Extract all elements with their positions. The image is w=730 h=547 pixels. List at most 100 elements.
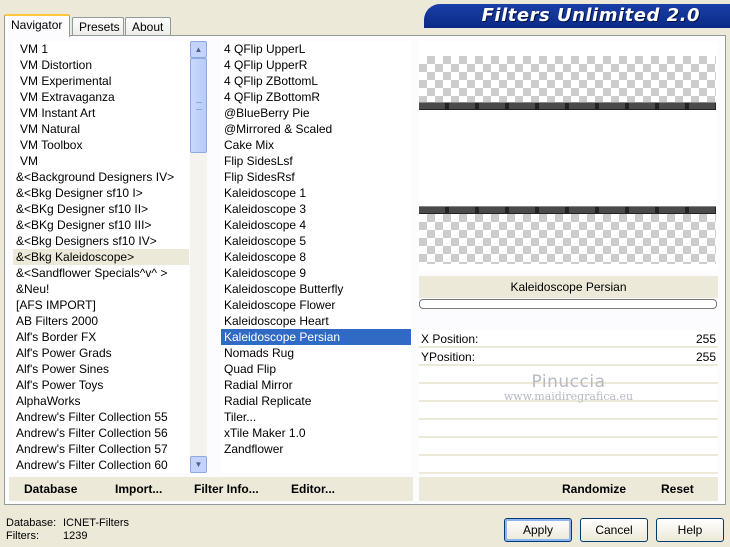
selected-filter-name: Kaleidoscope Persian — [419, 276, 718, 298]
filter-item[interactable]: Tiler... — [221, 409, 411, 425]
category-item[interactable]: AB Filters 2000 — [13, 313, 189, 329]
category-item[interactable]: Alf's Power Sines — [13, 361, 189, 377]
filter-item[interactable]: Kaleidoscope 4 — [221, 217, 411, 233]
category-item[interactable]: [AFS IMPORT] — [13, 297, 189, 313]
category-item[interactable]: &<Sandflower Specials^v^ > — [13, 265, 189, 281]
parameter-row — [419, 438, 718, 456]
filter-item[interactable]: Kaleidoscope Persian — [221, 329, 411, 345]
database-value: ICNET-Filters — [63, 517, 129, 529]
cancel-button[interactable]: Cancel — [580, 518, 648, 542]
filter-item[interactable]: Kaleidoscope Flower — [221, 297, 411, 313]
tab-about[interactable]: About — [125, 17, 171, 36]
filter-item[interactable]: Zandflower — [221, 441, 411, 457]
filter-item[interactable]: Kaleidoscope 8 — [221, 249, 411, 265]
parameter-value[interactable]: 255 — [696, 330, 716, 348]
preview-image — [419, 41, 718, 271]
parameter-row — [419, 402, 718, 420]
parameter-label: YPosition: — [421, 350, 476, 364]
filter-item[interactable]: 4 QFlip ZBottomR — [221, 89, 411, 105]
filters-label: Filters: — [6, 530, 39, 542]
filter-item[interactable]: Kaleidoscope Heart — [221, 313, 411, 329]
right-toolbar: Randomize Reset — [419, 477, 718, 501]
filter-item[interactable]: Flip SidesLsf — [221, 153, 411, 169]
scroll-up-icon[interactable]: ▲ — [190, 41, 207, 58]
filter-item[interactable]: Kaleidoscope Butterfly — [221, 281, 411, 297]
parameter-row — [419, 420, 718, 438]
randomize-button[interactable]: Randomize — [562, 482, 626, 496]
category-item[interactable]: &<BKg Designer sf10 III> — [13, 217, 189, 233]
reset-button[interactable]: Reset — [661, 482, 694, 496]
filter-item[interactable]: Quad Flip — [221, 361, 411, 377]
tab-presets[interactable]: Presets — [72, 17, 124, 36]
progress-bar — [419, 299, 717, 309]
category-item[interactable]: VM Extravaganza — [13, 89, 189, 105]
preview-band-top — [419, 102, 716, 110]
category-item[interactable]: Alf's Power Toys — [13, 377, 189, 393]
filter-item[interactable]: Kaleidoscope 3 — [221, 201, 411, 217]
filter-item[interactable]: Radial Mirror — [221, 377, 411, 393]
help-button[interactable]: Help — [656, 518, 724, 542]
category-item[interactable]: &<BKg Designer sf10 II> — [13, 201, 189, 217]
database-label: Database: — [6, 517, 57, 529]
parameter-list: X Position: 255 YPosition: 255 — [419, 330, 718, 474]
parameter-row[interactable]: X Position: 255 — [419, 330, 718, 348]
scroll-down-icon[interactable]: ▼ — [190, 456, 207, 473]
category-item[interactable]: AlphaWorks — [13, 393, 189, 409]
category-item[interactable]: VM Natural — [13, 121, 189, 137]
filter-item[interactable]: Kaleidoscope 1 — [221, 185, 411, 201]
filter-item[interactable]: Kaleidoscope 9 — [221, 265, 411, 281]
filter-item[interactable]: 4 QFlip UpperL — [221, 41, 411, 57]
category-item[interactable]: VM Toolbox — [13, 137, 189, 153]
parameter-row — [419, 456, 718, 474]
category-item[interactable]: VM — [13, 153, 189, 169]
category-item[interactable]: Alf's Border FX — [13, 329, 189, 345]
filter-item[interactable]: xTile Maker 1.0 — [221, 425, 411, 441]
filter-item[interactable]: Flip SidesRsf — [221, 169, 411, 185]
apply-button[interactable]: Apply — [504, 518, 572, 542]
parameter-row[interactable]: YPosition: 255 — [419, 348, 718, 366]
category-item[interactable]: Andrew's Filter Collection 56 — [13, 425, 189, 441]
filter-list[interactable]: 4 QFlip UpperL 4 QFlip UpperR 4 QFlip ZBot… — [221, 41, 411, 473]
filter-item[interactable]: Cake Mix — [221, 137, 411, 153]
filter-item[interactable]: Nomads Rug — [221, 345, 411, 361]
import-button[interactable]: Import... — [115, 482, 162, 496]
parameter-row — [419, 366, 718, 384]
preview-band-bottom — [419, 206, 716, 214]
category-item[interactable]: Andrew's Filter Collection 55 — [13, 409, 189, 425]
category-scrollbar[interactable]: ▲ ▼ — [190, 41, 207, 473]
category-item[interactable]: &<Bkg Designers sf10 IV> — [13, 233, 189, 249]
filter-item[interactable]: @Mirrored & Scaled — [221, 121, 411, 137]
filter-item[interactable]: @BlueBerry Pie — [221, 105, 411, 121]
category-item[interactable]: &<Background Designers IV> — [13, 169, 189, 185]
category-item[interactable]: Alf's Power Grads — [13, 345, 189, 361]
category-item[interactable]: VM Instant Art — [13, 105, 189, 121]
parameter-value[interactable]: 255 — [696, 348, 716, 366]
category-item[interactable]: Andrew's Filter Collection 60 — [13, 457, 189, 473]
filter-item[interactable]: Kaleidoscope 5 — [221, 233, 411, 249]
preview-checker-top — [419, 56, 716, 102]
category-item[interactable]: VM 1 — [13, 41, 189, 57]
title-banner: Filters Unlimited 2.0 — [424, 4, 730, 28]
filter-item[interactable]: Radial Replicate — [221, 393, 411, 409]
parameter-row — [419, 384, 718, 402]
category-item[interactable]: &Neu! — [13, 281, 189, 297]
left-toolbar: Database Import... Filter Info... Editor… — [9, 477, 413, 501]
banner-title: Filters Unlimited 2.0 — [481, 5, 700, 26]
category-item[interactable]: Andrew's Filter Collection 57 — [13, 441, 189, 457]
filter-item[interactable]: 4 QFlip UpperR — [221, 57, 411, 73]
tab-navigator[interactable]: Navigator — [4, 14, 70, 37]
scroll-thumb[interactable] — [190, 58, 207, 153]
preview-checker-bottom — [419, 214, 716, 264]
filter-info-button[interactable]: Filter Info... — [194, 482, 259, 496]
category-list[interactable]: VM 1 VM Distortion VM Experimental VM Extra… — [13, 41, 189, 473]
filters-count: 1239 — [63, 530, 88, 542]
status-info: Database: ICNET-Filters Filters: 1239 — [6, 517, 129, 543]
category-item[interactable]: VM Distortion — [13, 57, 189, 73]
category-item[interactable]: &<Bkg Designer sf10 I> — [13, 185, 189, 201]
parameter-label: X Position: — [421, 332, 479, 346]
category-item[interactable]: &<Bkg Kaleidoscope> — [13, 249, 189, 265]
category-item[interactable]: VM Experimental — [13, 73, 189, 89]
database-button[interactable]: Database — [24, 482, 77, 496]
filter-item[interactable]: 4 QFlip ZBottomL — [221, 73, 411, 89]
editor-button[interactable]: Editor... — [291, 482, 335, 496]
